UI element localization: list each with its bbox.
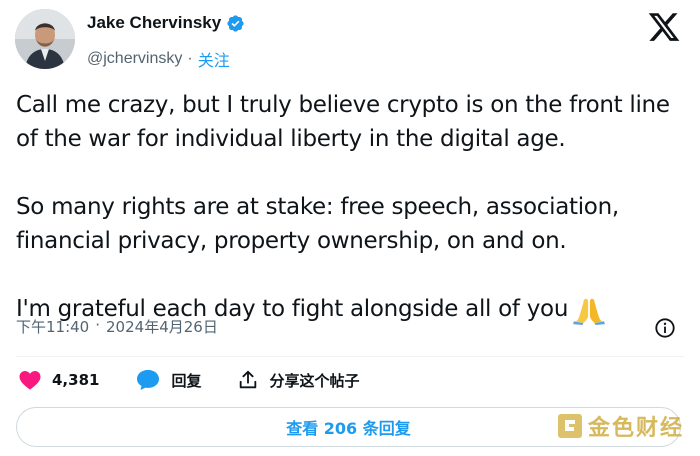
share-label: 分享这个帖子 [269,371,360,390]
tweet-timestamp[interactable]: 下午11:40 · 2024年4月26日 [16,316,218,337]
tweet-paragraph: Call me crazy, but I truly believe crypt… [16,92,670,152]
handle-separator: · [187,50,193,67]
watermark: 金色财经 [556,410,684,442]
reply-bubble-icon [137,370,160,390]
reply-label: 回复 [171,371,202,390]
tweet-paragraph: So many rights are at stake: free speech… [16,194,619,254]
tweet-body: Call me crazy, but I truly believe crypt… [16,88,686,326]
author-name-row[interactable]: Jake Chervinsky [87,13,245,33]
x-logo-icon[interactable] [647,10,681,44]
like-button[interactable]: 4,381 [18,368,99,392]
tweet-date: 2024年4月26日 [106,318,218,336]
info-icon[interactable] [654,317,676,339]
view-replies-label: 查看 206 条回复 [286,419,411,438]
watermark-logo-icon [558,414,582,438]
author-handle[interactable]: @jchervinsky [87,50,182,68]
divider [16,356,684,357]
share-icon [240,370,257,389]
avatar[interactable] [15,9,75,69]
follow-button[interactable]: 关注 [198,47,230,71]
like-count: 4,381 [52,371,100,389]
share-button[interactable]: 分享这个帖子 [237,369,359,391]
meta-separator: · [95,316,101,334]
folded-hands-emoji-icon [573,298,606,325]
handle-row: @jchervinsky · 关注 [87,47,230,71]
avatar-photo [15,9,75,69]
watermark-text: 金色财经 [588,416,685,441]
heart-icon [19,371,41,390]
tweet-time: 下午11:40 [16,318,90,336]
action-bar: 4,381 回复 分享这个帖子 [18,368,395,392]
author-name[interactable]: Jake Chervinsky [87,13,221,33]
verified-badge-icon [227,14,244,32]
reply-button[interactable]: 回复 [135,368,201,392]
